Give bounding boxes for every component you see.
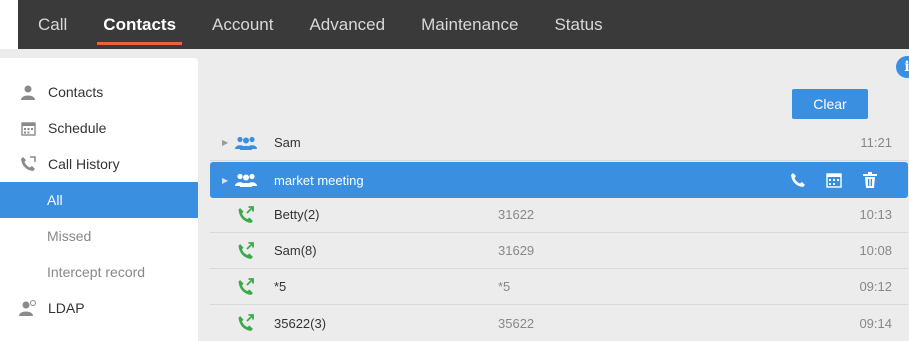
- nav-tab-status[interactable]: Status: [536, 0, 620, 49]
- row-time: 10:08: [859, 243, 892, 258]
- nav-tab-maintenance[interactable]: Maintenance: [403, 0, 536, 49]
- calendar-icon[interactable]: [824, 170, 844, 190]
- sidebar-item-ldap[interactable]: LDAP: [0, 290, 198, 326]
- list-item[interactable]: *5 *5 09:12: [210, 269, 908, 305]
- sidebar-sub-all[interactable]: All: [0, 182, 198, 218]
- sidebar-item-label: Contacts: [48, 84, 104, 100]
- sidebar-item-schedule[interactable]: Schedule: [0, 110, 198, 146]
- row-name: Sam(8): [274, 243, 317, 258]
- list-item-selected[interactable]: ▶ market meeting: [210, 162, 908, 198]
- expand-caret-icon[interactable]: ▶: [222, 138, 228, 147]
- row-number: 31629: [498, 243, 535, 258]
- row-time: 11:21: [860, 135, 892, 150]
- row-name: market meeting: [274, 172, 364, 188]
- outgoing-call-icon: [234, 241, 258, 261]
- outgoing-call-icon: [234, 313, 258, 333]
- nav-tab-contacts[interactable]: Contacts: [85, 0, 194, 49]
- top-nav-bar: Call Contacts Account Advanced Maintenan…: [18, 0, 909, 49]
- calendar-icon: [18, 118, 38, 138]
- sidebar-sub-intercept-record[interactable]: Intercept record: [0, 254, 198, 290]
- row-time: 09:14: [859, 315, 892, 331]
- sidebar-item-contacts[interactable]: Contacts: [0, 74, 198, 110]
- row-number: 35622: [498, 315, 535, 331]
- phone-icon[interactable]: [788, 170, 808, 190]
- group-icon: [234, 133, 258, 153]
- list-item[interactable]: ▶ Sam 11:21: [210, 125, 908, 161]
- row-number: 31622: [498, 207, 535, 222]
- row-name: 35622(3): [274, 315, 327, 331]
- list-item[interactable]: Betty(2) 31622 10:13: [210, 197, 908, 233]
- list-item[interactable]: Sam(8) 31629 10:08: [210, 233, 908, 269]
- row-name: Betty(2): [274, 207, 320, 222]
- row-time: 10:13: [859, 207, 892, 222]
- sidebar-item-label: Schedule: [48, 120, 107, 136]
- sidebar-item-label: LDAP: [48, 300, 85, 316]
- row-name: Sam: [274, 135, 301, 150]
- outgoing-call-icon: [234, 277, 258, 297]
- row-name: *5: [274, 279, 287, 294]
- person-icon: [18, 82, 38, 102]
- top-navigation: Call Contacts Account Advanced Maintenan…: [0, 0, 909, 49]
- sidebar-item-call-history[interactable]: Call History: [0, 146, 198, 182]
- nav-tab-call[interactable]: Call: [18, 0, 85, 49]
- sidebar-item-label: Call History: [48, 156, 120, 172]
- clear-button[interactable]: Clear: [792, 89, 868, 119]
- call-history-icon: [18, 154, 38, 174]
- group-icon: [234, 170, 258, 190]
- nav-tab-account[interactable]: Account: [194, 0, 291, 49]
- outgoing-call-icon: [234, 205, 258, 225]
- row-time: 09:12: [859, 279, 892, 294]
- list-item[interactable]: 35622(3) 35622 09:14: [210, 305, 908, 341]
- trash-icon[interactable]: [860, 170, 880, 190]
- row-actions: [788, 170, 880, 190]
- ldap-person-icon: [18, 298, 38, 318]
- row-number: *5: [498, 279, 511, 294]
- sidebar: Contacts Schedule Call History All Misse…: [0, 58, 198, 341]
- nav-tab-advanced[interactable]: Advanced: [291, 0, 403, 49]
- expand-caret-icon[interactable]: ▶: [222, 176, 228, 185]
- sidebar-sub-missed[interactable]: Missed: [0, 218, 198, 254]
